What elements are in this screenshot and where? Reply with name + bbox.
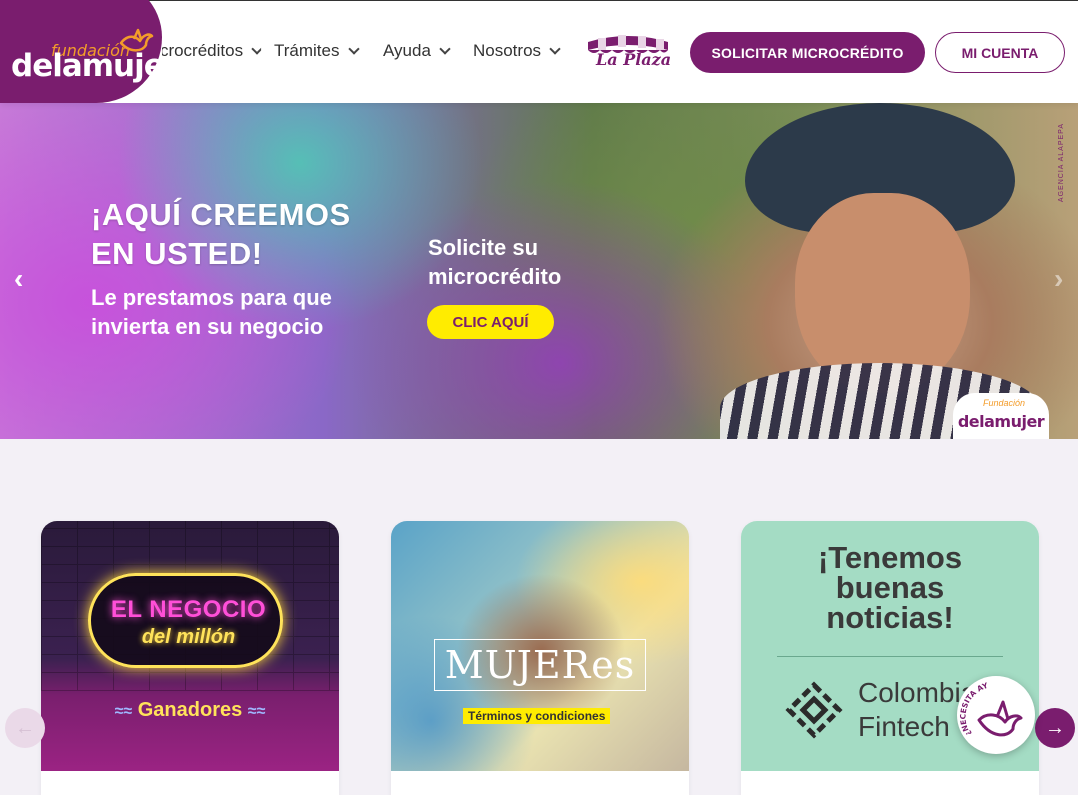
- chevron-down-icon: [251, 43, 262, 55]
- request-microcredit-button[interactable]: SOLICITAR MICROCRÉDITO: [690, 32, 925, 73]
- nav-item-label: Nosotros: [473, 41, 542, 60]
- help-bubble-art: ¿NECESITA AYUDA?: [957, 676, 1023, 738]
- mujeres-title: MUJERes: [434, 639, 646, 691]
- neon-sign: EL NEGOCIO del millón: [88, 573, 283, 668]
- wave-icon: ≈≈: [247, 703, 266, 720]
- nav-item-nosotros[interactable]: Nosotros: [473, 41, 561, 61]
- hero-logo-fundacion: Fundación: [983, 398, 1026, 408]
- promo-card-negocio-millon[interactable]: EL NEGOCIO del millón ≈≈ Ganadores ≈≈: [41, 521, 339, 795]
- hero-cta-text: Solicite su microcrédito: [428, 235, 562, 289]
- my-account-button[interactable]: MI CUENTA: [935, 32, 1065, 73]
- bird-logo-icon: [119, 28, 154, 52]
- chevron-down-icon: [549, 43, 561, 55]
- nav-item-label: Ayuda: [383, 41, 431, 60]
- page: fundación delamujer Microcréditos Trámit…: [0, 0, 1078, 795]
- hero-next-arrow[interactable]: ›: [1054, 263, 1063, 295]
- hero-corner-logo: Fundación delamujer: [953, 393, 1049, 439]
- good-news-title: ¡Tenemos buenas noticias!: [817, 540, 963, 635]
- card-footer: [41, 771, 339, 795]
- la-plaza-label: La Plaza: [596, 50, 672, 69]
- nav-item-ayuda[interactable]: Ayuda: [383, 41, 451, 61]
- hero-banner: ¡AQUÍ CREEMOS EN USTED! Le prestamos par…: [0, 103, 1078, 439]
- wave-icon: ≈≈: [114, 703, 133, 720]
- promo-card-mujeres[interactable]: MUJERes Términos y condiciones: [391, 521, 689, 795]
- site-header: fundación delamujer Microcréditos Trámit…: [0, 0, 1078, 103]
- card-image: MUJERes Términos y condiciones: [391, 521, 689, 771]
- card-caption-winners: ≈≈ Ganadores ≈≈: [114, 699, 266, 721]
- la-plaza-link[interactable]: La Plaza: [584, 32, 672, 72]
- nav-item-label: Trámites: [274, 41, 340, 60]
- agency-credit: AGENCIA ALAPEPA: [1058, 123, 1065, 203]
- dove-icon: [977, 700, 1023, 737]
- terms-label: Términos y condiciones: [463, 708, 611, 724]
- colombia-fintech-logo-icon: [785, 681, 843, 739]
- card-footer: [741, 771, 1039, 795]
- chevron-down-icon: [439, 43, 451, 55]
- hero-subtitle: Le prestamos para que invierta en su neg…: [91, 285, 332, 339]
- hero-title: ¡AQUÍ CREEMOS EN USTED!: [91, 197, 351, 271]
- help-chat-button[interactable]: ¿NECESITA AYUDA?: [957, 676, 1035, 754]
- nav-item-tramites[interactable]: Trámites: [274, 41, 360, 61]
- carousel-next-button[interactable]: →: [1035, 708, 1075, 748]
- card-image: EL NEGOCIO del millón ≈≈ Ganadores ≈≈: [41, 521, 339, 771]
- card-footer: [391, 771, 689, 795]
- hero-prev-arrow[interactable]: ‹: [14, 263, 23, 295]
- carousel-prev-button[interactable]: ←: [5, 708, 45, 748]
- neon-title: EL NEGOCIO: [110, 596, 267, 623]
- divider: [777, 656, 1003, 657]
- hero-logo-delamujer: delamujer: [957, 412, 1045, 431]
- chevron-down-icon: [347, 43, 360, 55]
- neon-subtitle: del millón: [141, 626, 236, 648]
- hero-cta-button[interactable]: CLIC AQUÍ: [427, 305, 554, 339]
